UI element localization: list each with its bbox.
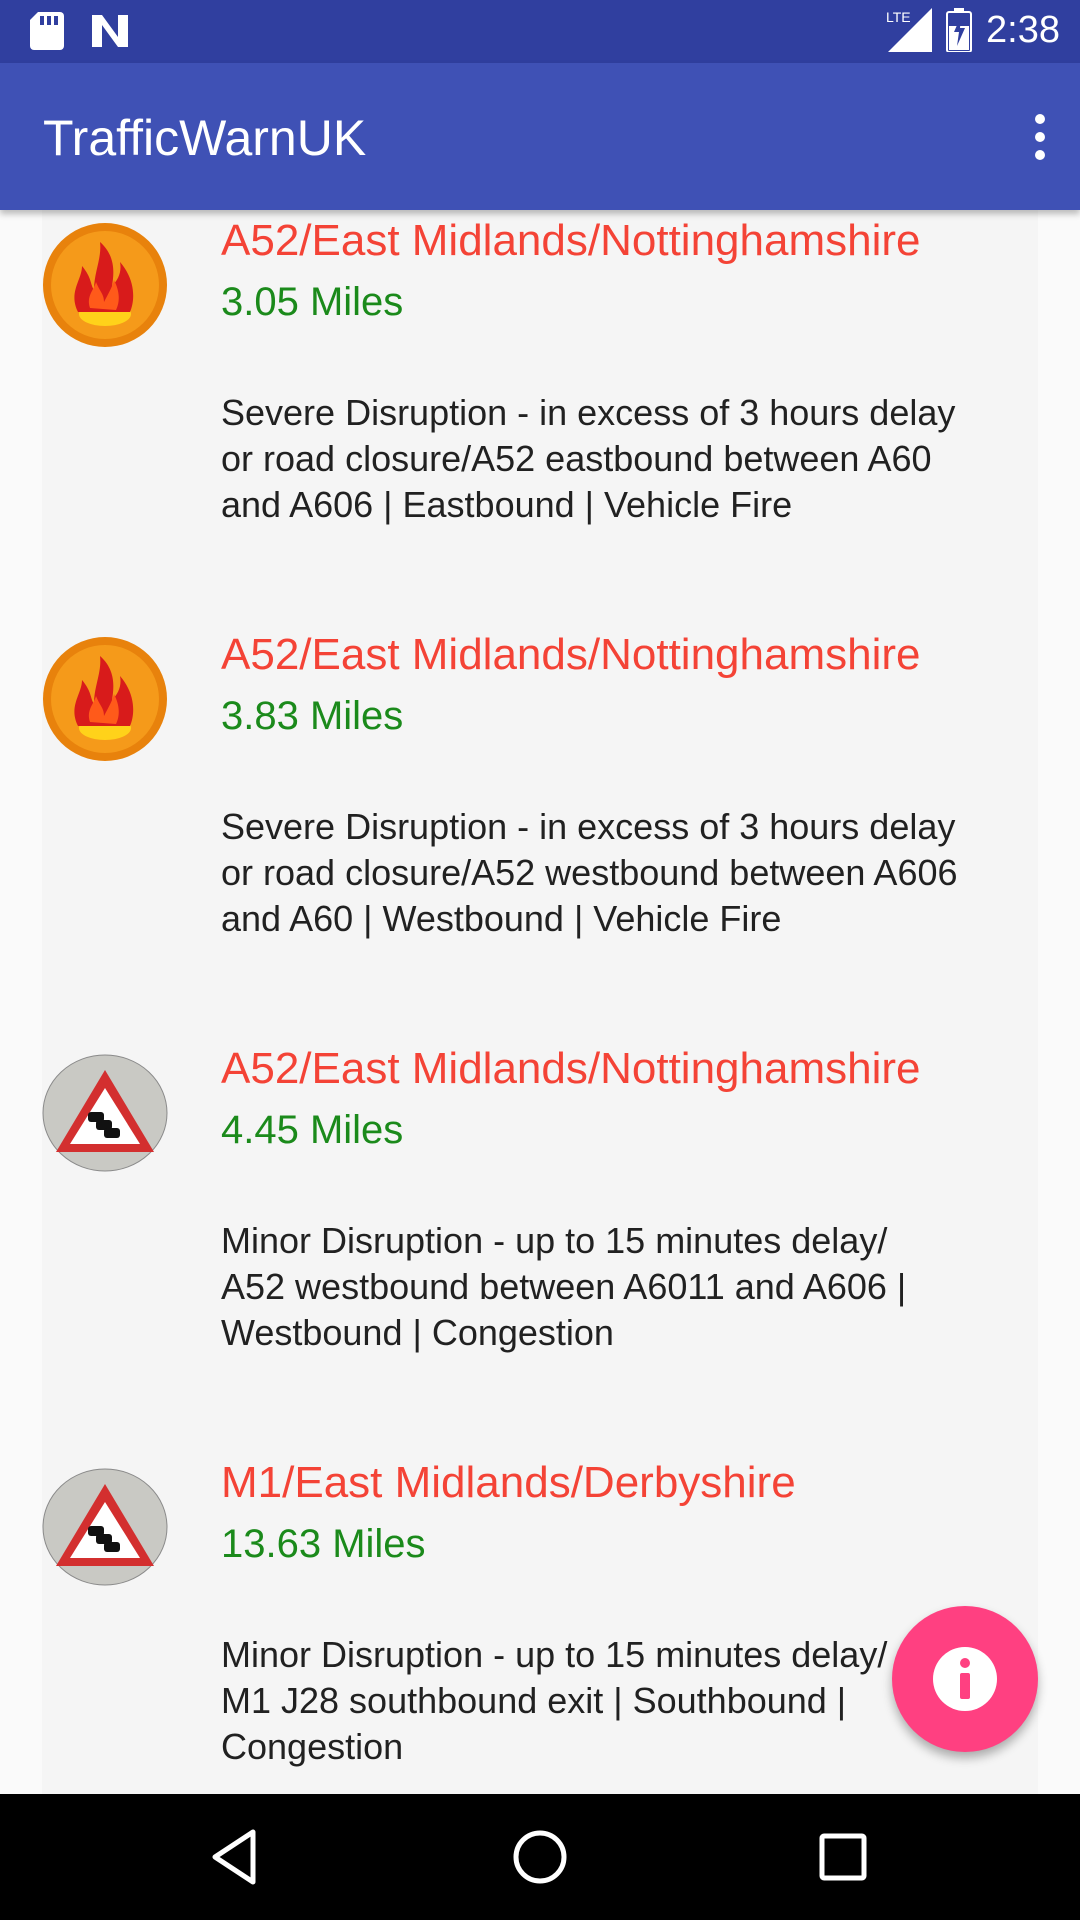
list-item[interactable]: A52/East Midlands/Nottinghamshire 3.05 M… [42,210,1038,624]
incident-distance: 13.63 Miles [221,1522,426,1566]
incident-distance: 3.05 Miles [221,280,404,324]
info-icon [933,1647,997,1711]
congestion-warning-icon [42,1468,168,1586]
fire-icon [43,223,167,347]
home-icon[interactable] [507,1824,573,1890]
list-item[interactable]: M1/East Midlands/Derbyshire 13.63 Miles … [42,1452,1038,1794]
back-icon[interactable] [203,1824,269,1890]
more-vert-icon[interactable] [1000,97,1080,177]
incident-description: Severe Disruption - in excess of 3 hours… [221,392,956,525]
fire-icon [43,637,167,761]
info-button[interactable] [892,1606,1038,1752]
n-notification-icon [92,15,128,47]
incident-distance: 3.83 Miles [221,694,404,738]
incident-list[interactable]: A52/East Midlands/Nottinghamshire 3.05 M… [42,210,1038,1794]
incident-road: A52/East Midlands/Nottinghamshire [221,1044,921,1093]
svg-text:LTE: LTE [886,9,911,25]
navigation-bar [0,1794,1080,1920]
congestion-warning-icon [42,1054,168,1172]
incident-road: M1/East Midlands/Derbyshire [221,1458,796,1507]
app-title: TrafficWarnUK [43,110,367,166]
incident-road: A52/East Midlands/Nottinghamshire [221,216,921,265]
list-item[interactable]: A52/East Midlands/Nottinghamshire 3.83 M… [42,624,1038,1038]
incident-description: Minor Disruption - up to 15 minutes dela… [221,1220,907,1353]
battery-icon [946,8,973,52]
incident-road: A52/East Midlands/Nottinghamshire [221,630,921,679]
incident-distance: 4.45 Miles [221,1108,404,1152]
incident-description: Severe Disruption - in excess of 3 hours… [221,806,958,939]
status-bar: LTE 2:38 [0,0,1080,63]
list-item[interactable]: A52/East Midlands/Nottinghamshire 4.45 M… [42,1038,1038,1452]
app-bar: TrafficWarnUK [0,63,1080,210]
lte-signal-icon: LTE [886,8,933,52]
recents-icon[interactable] [810,1824,876,1890]
sd-card-icon [30,12,64,50]
clock: 2:38 [986,8,1060,51]
